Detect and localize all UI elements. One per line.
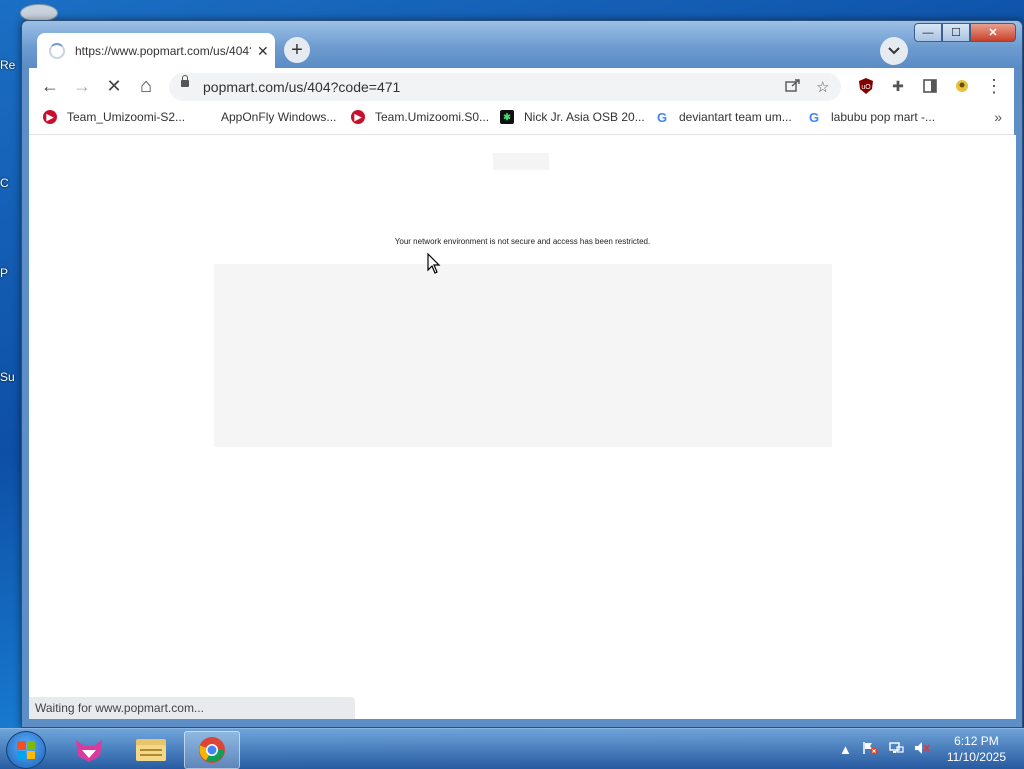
action-center-flag-icon[interactable] [862,741,878,758]
logo-placeholder [493,153,549,170]
bookmark-item[interactable]: G labubu pop mart -... [807,109,936,125]
taskbar-app-explorer[interactable] [124,731,178,767]
bookmark-label: deviantart team um... [679,110,792,124]
ublock-extension-icon[interactable]: uO [857,77,875,95]
network-icon[interactable] [888,741,904,758]
window-controls: — ☐ ✕ [914,23,1016,42]
bookmark-label: labubu pop mart -... [831,110,936,124]
folder-icon [136,739,166,761]
side-panel-icon[interactable] [921,77,939,95]
error-message: Your network environment is not secure a… [394,237,651,246]
bookmark-item[interactable]: ▶ Team_Umizoomi-S2... [43,110,185,124]
taskbar: ▲ 6:12 PM 11/10/2025 [0,728,1024,769]
profile-avatar-icon[interactable] [953,77,971,95]
taskbar-app-paint[interactable] [62,731,116,767]
bookmark-item[interactable]: G deviantart team um... [655,109,792,125]
home-button[interactable]: ⌂ [133,74,159,98]
chevron-down-icon [888,47,900,55]
bookmarks-bar: ▶ Team_Umizoomi-S2... AppOnFly Windows..… [29,104,1014,135]
google-icon: G [808,109,820,125]
browser-toolbar: ← → ✕ ⌂ popmart.com/us/404?code=471 ☆ uO… [29,68,1014,104]
start-button[interactable] [6,731,46,769]
tab-close-button[interactable]: ✕ [257,43,269,60]
menu-kebab-icon[interactable]: ⋮ [985,76,1003,96]
bookmark-item[interactable]: ▶ Team.Umizoomi.S0... [351,110,489,124]
chrome-icon [199,737,225,763]
youtube-icon: ▶ [351,110,365,124]
svg-text:uO: uO [861,84,871,91]
tab-title: https://www.popmart.com/us/404?code=471 [75,44,251,58]
lock-icon[interactable] [181,75,189,87]
bookmark-label: Team.Umizoomi.S0... [375,110,490,124]
fox-app-icon [76,740,102,762]
new-tab-button[interactable]: + [284,37,310,63]
url-text[interactable]: popmart.com/us/404?code=471 [203,79,400,95]
more-bookmarks-button[interactable]: » [994,109,1002,125]
back-button[interactable]: ← [37,74,63,98]
address-bar[interactable]: popmart.com/us/404?code=471 ☆ [169,73,841,101]
status-bar: Waiting for www.popmart.com... [29,697,355,719]
maximize-button[interactable]: ☐ [942,23,970,42]
browser-window: — ☐ ✕ https://www.popmart.com/us/404?cod… [21,20,1023,728]
minimize-button[interactable]: — [914,23,942,42]
clock[interactable]: 6:12 PM 11/10/2025 [947,733,1006,765]
browser-tab[interactable]: https://www.popmart.com/us/404?code=471 … [37,33,275,69]
taskbar-app-chrome[interactable] [184,731,240,769]
windows-logo-icon [17,741,35,759]
bookmark-item[interactable]: AppOnFly Windows... [221,110,336,124]
youtube-icon: ▶ [43,110,57,124]
forward-button[interactable]: → [69,74,95,98]
bookmark-star-icon[interactable]: ☆ [816,78,829,96]
clock-date: 11/10/2025 [946,750,1006,764]
google-icon: G [656,109,668,125]
volume-muted-icon[interactable] [914,741,930,758]
stop-loading-button[interactable]: ✕ [101,74,127,98]
system-tray: ▲ 6:12 PM 11/10/2025 [834,729,1024,769]
tab-search-button[interactable] [880,37,908,65]
content-placeholder [214,264,832,447]
bookmark-item[interactable]: ✱ Nick Jr. Asia OSB 20... [500,110,645,124]
extensions-puzzle-icon[interactable]: ✚ [889,77,907,95]
bookmark-label: Nick Jr. Asia OSB 20... [524,110,645,124]
show-hidden-icons-button[interactable]: ▲ [839,742,852,757]
nick-icon: ✱ [500,110,514,124]
bookmark-label: Team_Umizoomi-S2... [67,110,186,124]
bookmark-label: AppOnFly Windows... [221,110,337,124]
page-content: Your network environment is not secure a… [29,135,1016,719]
clock-time: 6:12 PM [954,734,999,748]
loading-spinner-icon [49,43,65,59]
share-icon[interactable] [785,78,801,96]
close-window-button[interactable]: ✕ [970,23,1016,42]
